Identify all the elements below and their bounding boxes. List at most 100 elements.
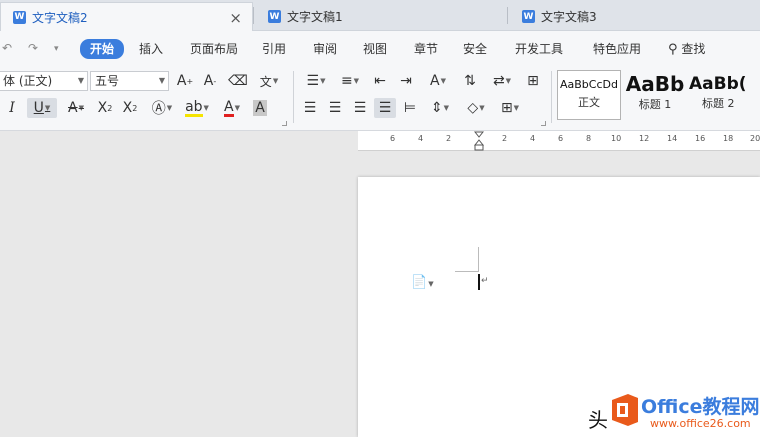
font-dialog-launcher-icon[interactable] (282, 121, 287, 126)
menu-insert[interactable]: 插入 (139, 40, 163, 58)
tab-document-2[interactable]: W 文字文稿2 × (0, 2, 253, 31)
menu-security[interactable]: 安全 (463, 40, 487, 58)
tab-document-1[interactable]: W 文字文稿1 (256, 2, 506, 31)
sort-icon[interactable]: ⇅ (460, 71, 480, 91)
chinese-layout-icon[interactable]: A ▼ (424, 71, 452, 91)
font-size-select[interactable]: 五号 ▼ (90, 71, 169, 91)
ruler-number: 2 (446, 134, 452, 143)
underline-icon[interactable]: U ▼ (27, 98, 57, 118)
ruler-number: 4 (418, 134, 424, 143)
toolbar-divider (551, 71, 552, 123)
paragraph-mark-icon: ↵ (481, 276, 489, 286)
writer-doc-icon: W (522, 10, 535, 23)
style-normal[interactable]: AaBbCcDd 正文 (557, 70, 621, 120)
paragraph-shading-icon[interactable]: ◇ ▼ (462, 98, 490, 118)
tab-divider (507, 7, 508, 24)
close-tab-icon[interactable]: × (229, 9, 242, 27)
writer-doc-icon: W (268, 10, 281, 23)
watermark-prefix: 头 (588, 408, 608, 432)
redo-icon[interactable]: ↷ (28, 41, 38, 55)
crop-mark (478, 247, 479, 272)
bullet-list-icon[interactable]: ☰ ▼ (302, 71, 330, 91)
clear-format-icon[interactable]: ⌫ (228, 71, 248, 91)
table-grid-icon[interactable]: ⊞ (522, 71, 544, 91)
ruler-number: 18 (723, 134, 734, 143)
menu-home[interactable]: 开始 (80, 39, 125, 59)
tab-label: 文字文稿3 (541, 10, 597, 24)
tab-label: 文字文稿2 (32, 10, 88, 25)
grow-font-icon[interactable]: A + (175, 71, 195, 91)
watermark-url: www.office26.com (650, 417, 751, 430)
show-hide-marks-icon[interactable]: ⇄ ▼ (488, 71, 516, 91)
ruler-number: 20 (750, 134, 760, 143)
menu-chapter[interactable]: 章节 (414, 40, 438, 58)
menu-page-layout[interactable]: 页面布局 (190, 40, 238, 58)
font-name-select[interactable]: 体 (正文) ▼ (0, 71, 88, 91)
ruler-number: 4 (530, 134, 536, 143)
horizontal-ruler[interactable]: 6 4 2 2 4 6 8 10 12 14 16 18 20 (358, 131, 760, 151)
increase-indent-icon[interactable]: ⇥ (396, 71, 416, 91)
align-left-icon[interactable]: ☰ (300, 98, 320, 118)
style-sample: AaBb( (689, 74, 747, 94)
style-sample: AaBb (625, 72, 685, 96)
pinyin-guide-icon[interactable]: 文 ▼ (255, 71, 283, 91)
line-spacing-icon[interactable]: ⇕ ▼ (426, 98, 454, 118)
menu-view[interactable]: 视图 (363, 40, 387, 58)
style-sample: AaBbCcDd (560, 78, 618, 91)
subscript-icon[interactable]: X2 (120, 98, 140, 118)
crop-mark (455, 271, 479, 272)
search-icon: ⚲ (668, 42, 678, 57)
justify-icon[interactable]: ☰ (374, 98, 396, 118)
align-center-icon[interactable]: ☰ (325, 98, 345, 118)
ruler-number: 6 (558, 134, 564, 143)
strikethrough-icon[interactable]: A ▼ (62, 98, 90, 118)
text-effect-icon[interactable]: Ⓐ ▼ (148, 98, 176, 118)
ruler-number: 12 (639, 134, 650, 143)
numbered-list-icon[interactable]: ≡ ▼ (336, 71, 364, 91)
pinyin-guide-label: 文 (259, 74, 272, 89)
ruler-number: 10 (611, 134, 622, 143)
paste-options-icon[interactable]: 📄▼ (411, 275, 434, 290)
menu-developer-tools[interactable]: 开发工具 (515, 40, 563, 58)
ruler-number: 2 (502, 134, 508, 143)
italic-icon[interactable]: I (4, 98, 20, 118)
menu-special-apps[interactable]: 特色应用 (593, 40, 641, 58)
font-name-value: 体 (正文) (3, 74, 53, 88)
paragraph-dialog-launcher-icon[interactable] (541, 121, 546, 126)
menu-review[interactable]: 审阅 (313, 40, 337, 58)
office-logo-icon (612, 394, 638, 426)
font-color-icon[interactable]: A ▼ (218, 98, 246, 118)
distributed-align-icon[interactable]: ⊨ (400, 98, 420, 118)
indent-marker-icon[interactable] (474, 131, 484, 151)
highlight-color-icon[interactable]: ab ▼ (182, 98, 212, 118)
ruler-number: 6 (390, 134, 396, 143)
search-button[interactable]: ⚲ 查找 (668, 40, 705, 58)
tab-divider (253, 7, 254, 24)
toolbar-divider (293, 71, 294, 123)
tab-label: 文字文稿1 (287, 10, 343, 24)
style-label: 正文 (578, 96, 600, 109)
chevron-down-icon: ▼ (77, 76, 84, 85)
menu-references[interactable]: 引用 (262, 40, 286, 58)
quick-access-dropdown-icon[interactable]: ▾ (54, 44, 59, 54)
decrease-indent-icon[interactable]: ⇤ (370, 71, 390, 91)
ruler-number: 8 (586, 134, 592, 143)
search-label: 查找 (681, 42, 706, 56)
home-toolbar: 体 (正文) ▼ 五号 ▼ A + A- ⌫ 文 ▼ I U ▼ A ▼ X2 X2 Ⓐ… (0, 67, 760, 131)
shrink-font-icon[interactable]: A- (200, 71, 220, 91)
style-heading-1[interactable]: AaBb 标题 1 (623, 70, 687, 120)
superscript-icon[interactable]: X2 (95, 98, 115, 118)
style-label: 标题 2 (702, 97, 735, 110)
tab-document-3[interactable]: W 文字文稿3 (510, 2, 760, 31)
character-shading-icon[interactable]: A (250, 98, 270, 118)
undo-icon[interactable]: ↶ (2, 41, 12, 55)
writer-doc-icon: W (13, 10, 26, 24)
style-heading-2[interactable]: AaBb( 标题 2 (689, 70, 760, 120)
style-label: 标题 1 (638, 98, 672, 111)
document-tab-bar: W 文字文稿2 × W 文字文稿1 W 文字文稿3 (0, 0, 760, 31)
site-watermark: 头 Office教程网 www.office26.com (586, 386, 760, 437)
ruler-number: 14 (667, 134, 678, 143)
align-right-icon[interactable]: ☰ (350, 98, 370, 118)
borders-icon[interactable]: ⊞ ▼ (496, 98, 524, 118)
text-cursor (478, 274, 480, 290)
